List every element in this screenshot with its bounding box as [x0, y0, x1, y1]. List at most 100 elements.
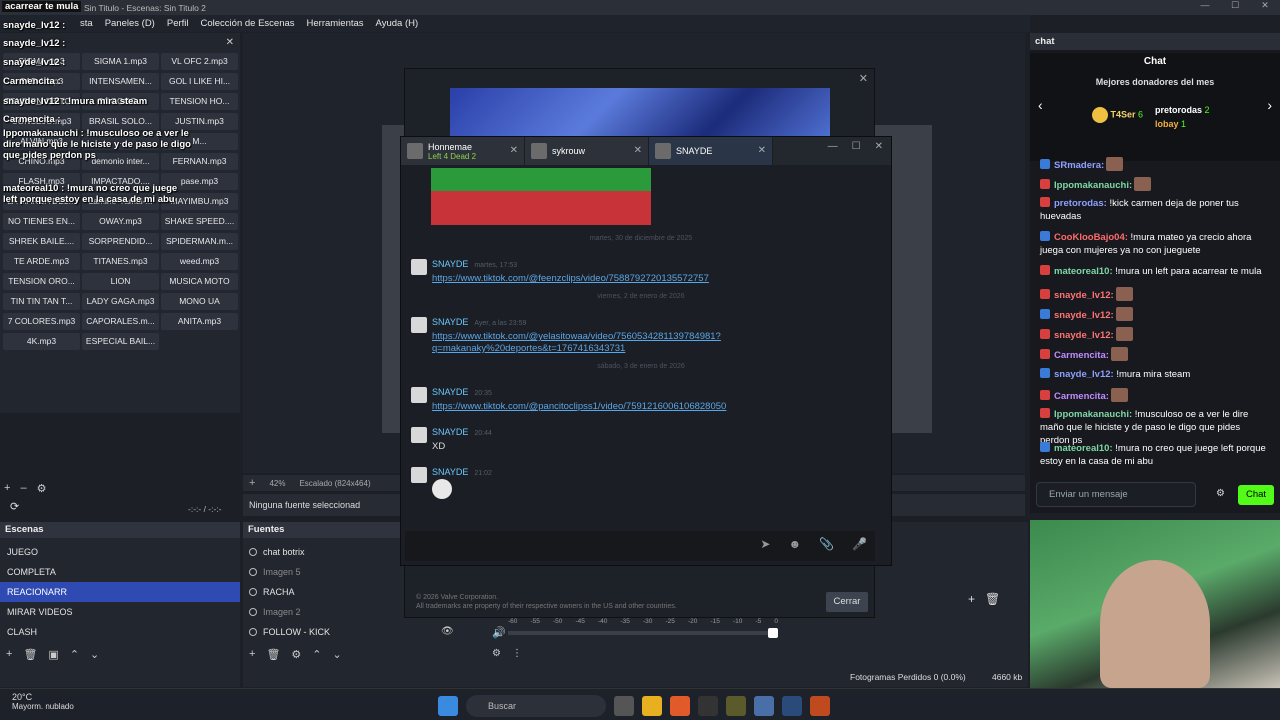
chat-username[interactable]: snayde_lv12:	[1054, 290, 1114, 301]
close-icon[interactable]: ✕	[875, 141, 883, 152]
steam-icon[interactable]	[782, 696, 802, 716]
chat-username[interactable]: mateoreal10:	[1054, 266, 1113, 277]
sound-button[interactable]: LION	[82, 273, 159, 290]
eye-icon[interactable]: 👁	[441, 626, 454, 637]
down-icon[interactable]: ⌄	[333, 648, 342, 661]
sound-button[interactable]: 4K.mp3	[3, 333, 80, 350]
weather-widget[interactable]: 20°C Mayorm. nublado	[12, 692, 74, 711]
up-icon[interactable]: ⌃	[312, 648, 321, 661]
sound-button[interactable]: LADY GAGA.mp3	[82, 293, 159, 310]
sound-button[interactable]: MUSICA MOTO	[161, 273, 238, 290]
add-icon[interactable]: +	[968, 592, 975, 606]
up-icon[interactable]: ⌃	[70, 648, 79, 661]
volume-slider[interactable]	[508, 628, 778, 638]
chat-username[interactable]: snayde_lv12:	[1054, 369, 1114, 380]
sound-button[interactable]: 7 COLORES.mp3	[3, 313, 80, 330]
chat-username[interactable]: Carmencita:	[1054, 391, 1109, 402]
message-input[interactable]: ➤ ☻ 📎 🎤	[405, 531, 875, 561]
chat-username[interactable]: Carmencita:	[1054, 350, 1109, 361]
emoji-icon[interactable]: ☻	[788, 537, 801, 551]
chat-input[interactable]: Enviar un mensaje	[1036, 482, 1196, 507]
gear-icon[interactable]: ⚙	[492, 648, 501, 659]
voice-icon[interactable]: 🎤	[852, 537, 867, 551]
add-icon[interactable]: +	[6, 648, 12, 661]
maximize-icon[interactable]: ☐	[852, 141, 861, 152]
close-icon[interactable]: ✕	[634, 145, 642, 156]
trash-icon[interactable]: 🗑	[23, 648, 37, 661]
chevron-right-icon[interactable]: ›	[1267, 97, 1272, 113]
close-icon[interactable]: ✕	[758, 145, 766, 156]
close-icon[interactable]: ✕	[859, 72, 868, 85]
obs-icon[interactable]	[698, 696, 718, 716]
sound-button[interactable]: OWAY.mp3	[82, 213, 159, 230]
sound-button[interactable]: TE ARDE.mp3	[3, 253, 80, 270]
app-icon[interactable]	[754, 696, 774, 716]
sound-button[interactable]: SHREK BAILE....	[3, 233, 80, 250]
gear-icon[interactable]: ⚙	[37, 482, 47, 495]
speaker-icon[interactable]: 🔊	[492, 626, 506, 639]
chat-tab[interactable]: SNAYDE ✕	[649, 137, 773, 165]
scene-item[interactable]: MIRAR VIDEOS	[0, 602, 240, 622]
menu-item[interactable]: Ayuda (H)	[376, 18, 419, 29]
app-icon[interactable]	[726, 696, 746, 716]
sound-button[interactable]: CAPORALES.m...	[82, 313, 159, 330]
add-icon[interactable]: +	[4, 482, 10, 495]
chat-username[interactable]: CooKlooBajo04:	[1054, 232, 1128, 243]
gear-icon[interactable]: ⚙	[291, 648, 301, 661]
sound-button[interactable]: TENSION ORO...	[3, 273, 80, 290]
trash-icon[interactable]: 🗑	[985, 592, 1000, 606]
down-icon[interactable]: ⌄	[90, 648, 99, 661]
sound-button[interactable]: MONO UA	[161, 293, 238, 310]
chat-username[interactable]: SRmadera:	[1054, 160, 1104, 171]
chat-tab[interactable]: Honnemae Left 4 Dead 2 ✕	[401, 137, 525, 165]
volume-handle[interactable]	[768, 628, 778, 638]
scene-item[interactable]: COMPLETA	[0, 562, 240, 582]
chat-username[interactable]: pretorodas:	[1054, 198, 1107, 209]
chevron-left-icon[interactable]: ‹	[1038, 97, 1043, 113]
send-chat-button[interactable]: Chat	[1238, 485, 1274, 505]
close-icon[interactable]: ✕	[1250, 0, 1280, 11]
minimize-icon[interactable]: —	[1190, 0, 1220, 11]
close-icon[interactable]: ✕	[226, 37, 234, 48]
windows-start-icon[interactable]	[438, 696, 458, 716]
folder-icon[interactable]	[642, 696, 662, 716]
trash-icon[interactable]: 🗑	[266, 648, 280, 661]
message-link[interactable]: https://www.tiktok.com/@yelasitowaa/vide…	[432, 331, 792, 355]
send-icon[interactable]: ➤	[760, 537, 770, 551]
chat-username[interactable]: mateoreal10:	[1054, 443, 1113, 454]
scene-item[interactable]: CLASH	[0, 622, 240, 642]
sound-button[interactable]: NO TIENES EN...	[3, 213, 80, 230]
add-icon[interactable]: +	[249, 648, 255, 661]
scene-item[interactable]: REACIONARR	[0, 582, 240, 602]
sound-button[interactable]: SHAKE SPEED....	[161, 213, 238, 230]
gear-icon[interactable]: ⚙	[1216, 488, 1225, 499]
sound-button[interactable]: ESPECIAL BAIL...	[82, 333, 159, 350]
brave-icon[interactable]	[670, 696, 690, 716]
maximize-icon[interactable]: ☐	[1220, 0, 1250, 11]
filter-icon[interactable]: ▣	[48, 648, 58, 661]
sound-button[interactable]: TITANES.mp3	[82, 253, 159, 270]
left4dead-icon[interactable]	[810, 696, 830, 716]
sound-button[interactable]: weed.mp3	[161, 253, 238, 270]
more-icon[interactable]: ⋮	[512, 648, 522, 659]
chat-username[interactable]: Ippomakanauchi:	[1054, 409, 1132, 420]
sound-button[interactable]: TIN TIN TAN T...	[3, 293, 80, 310]
remove-icon[interactable]: –	[20, 482, 26, 495]
sound-button[interactable]: SPIDERMAN.m...	[161, 233, 238, 250]
sound-button[interactable]: ANITA.mp3	[161, 313, 238, 330]
attach-icon[interactable]: 📎	[819, 537, 834, 551]
close-button[interactable]: Cerrar	[826, 592, 868, 612]
chat-username[interactable]: Ippomakanauchi:	[1054, 180, 1132, 191]
chat-username[interactable]: snayde_lv12:	[1054, 310, 1114, 321]
sound-button[interactable]: SORPRENDID...	[82, 233, 159, 250]
taskbar-search[interactable]: Buscar	[466, 695, 606, 717]
refresh-icon[interactable]: ⟳	[10, 500, 19, 513]
add-icon[interactable]: +	[249, 477, 255, 489]
minimize-icon[interactable]: —	[828, 141, 838, 152]
close-icon[interactable]: ✕	[510, 145, 518, 156]
chat-tab[interactable]: sykrouw ✕	[525, 137, 649, 165]
chat-username[interactable]: snayde_lv12:	[1054, 330, 1114, 341]
message-link[interactable]: https://www.tiktok.com/@feenzclips/video…	[432, 273, 792, 285]
taskview-icon[interactable]	[614, 696, 634, 716]
scene-item[interactable]: JUEGO	[0, 542, 240, 562]
